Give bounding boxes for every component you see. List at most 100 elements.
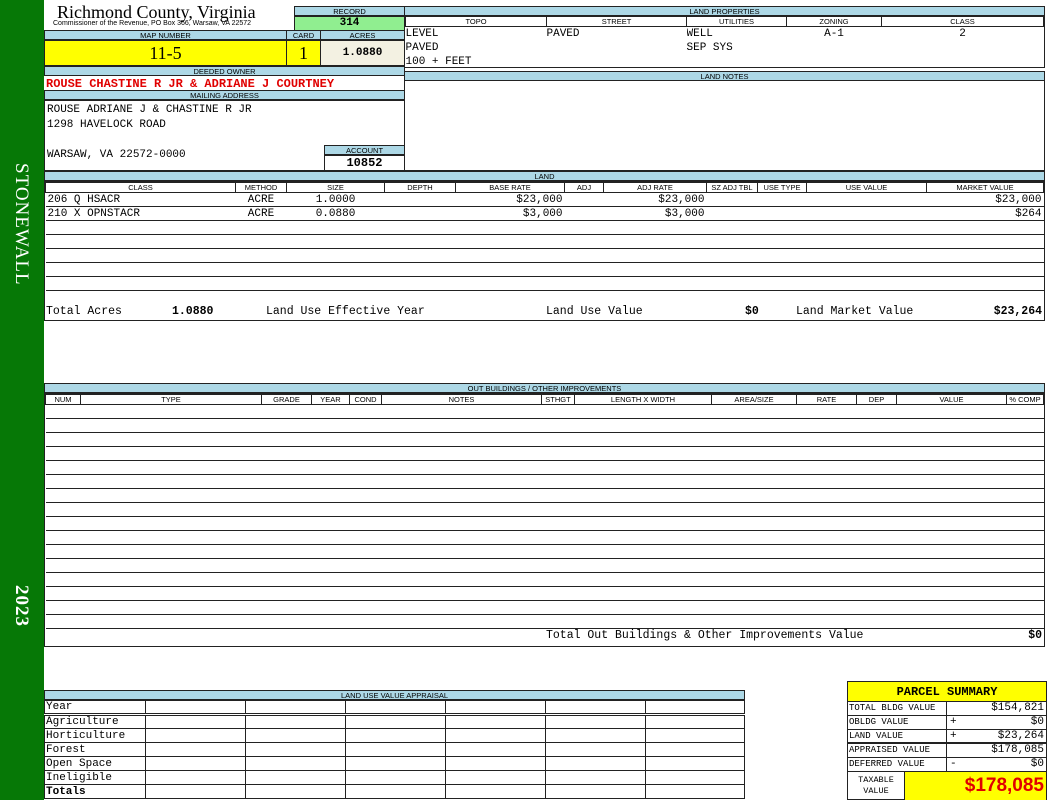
land-notes-area[interactable] — [404, 80, 1045, 171]
land-col-header: BASE RATE — [455, 182, 565, 193]
land-cell — [286, 234, 385, 249]
land-cell — [806, 206, 927, 221]
outbuilding-cell — [574, 530, 712, 545]
outbuilding-cell — [45, 474, 81, 489]
outbuilding-cell — [711, 572, 797, 587]
col-street: STREET — [546, 16, 687, 27]
deeded-owner-label: DEEDED OWNER — [44, 66, 405, 76]
land-cell — [455, 248, 565, 263]
outbuilding-cell — [574, 572, 712, 587]
land-use-cell — [445, 714, 546, 729]
outbuilding-cell — [261, 418, 312, 433]
outbuilding-cell — [796, 516, 857, 531]
land-use-table: Year Agriculture Horticulture Forest Open Sp… — [44, 700, 745, 799]
outbuilding-cell — [896, 460, 1007, 475]
outbuilding-cell — [856, 558, 897, 573]
land-cell — [564, 262, 604, 277]
land-cell — [235, 276, 287, 291]
outbuilding-cell — [311, 404, 350, 419]
outbuilding-cell — [711, 586, 797, 601]
outbuilding-cell — [261, 530, 312, 545]
land-cell — [706, 276, 758, 291]
land-use-cell — [545, 728, 646, 743]
outbuilding-cell — [261, 544, 312, 559]
land-cell — [806, 192, 927, 207]
outbuildings-total: $0 — [1028, 629, 1042, 642]
acres-value: 1.0880 — [320, 40, 405, 66]
outbuilding-cell — [1006, 446, 1044, 461]
outbuilding-cell — [349, 432, 382, 447]
land-use-row-label: Year — [44, 700, 146, 716]
outbuilding-cell — [541, 544, 575, 559]
outbuilding-cell — [541, 572, 575, 587]
outbuilding-col-header: RATE — [796, 394, 857, 405]
outbuilding-cell — [796, 600, 857, 615]
outbuilding-cell — [80, 460, 262, 475]
outbuildings-table: NUM TYPE GRADE YEAR COND NOTES STHGT LENGTH X W… — [44, 393, 1045, 647]
land-cell — [806, 248, 927, 263]
outbuilding-cell — [796, 474, 857, 489]
outbuilding-cell — [574, 586, 712, 601]
land-cell: 0.0880 — [286, 206, 385, 221]
summary-sign: - — [950, 758, 957, 770]
land-use-cell — [445, 770, 546, 785]
map-number: 11-5 — [44, 40, 287, 66]
land-cell — [45, 262, 236, 277]
summary-label: LAND VALUE — [849, 730, 947, 743]
land-use-cell — [245, 742, 346, 757]
outbuilding-cell — [311, 460, 350, 475]
land-use-row: Totals — [44, 784, 745, 799]
outbuilding-cell — [381, 558, 542, 573]
outbuilding-cell — [541, 586, 575, 601]
taxable-value: $178,085 — [904, 772, 1046, 800]
land-use-cell — [245, 700, 346, 716]
outbuilding-cell — [574, 418, 712, 433]
land-cell — [706, 248, 758, 263]
outbuilding-cell — [381, 418, 542, 433]
outbuilding-cell — [711, 502, 797, 517]
tax-year: 2023 — [11, 585, 32, 627]
card-label: CARD — [286, 30, 321, 40]
outbuilding-cell — [311, 544, 350, 559]
outbuilding-cell — [80, 558, 262, 573]
outbuilding-cell — [896, 418, 1007, 433]
land-cell — [806, 262, 927, 277]
outbuilding-cell — [1006, 432, 1044, 447]
record-value: 314 — [294, 16, 405, 31]
outbuilding-cell — [80, 446, 262, 461]
outbuilding-cell — [896, 502, 1007, 517]
land-col-header: SIZE — [286, 182, 385, 193]
outbuilding-cell — [1006, 404, 1044, 419]
outbuilding-cell — [711, 474, 797, 489]
outbuilding-cell — [349, 474, 382, 489]
outbuilding-cell — [856, 446, 897, 461]
summary-sign: + — [950, 730, 957, 742]
outbuilding-cell — [574, 558, 712, 573]
land-cell: $23,000 — [603, 192, 707, 207]
outbuilding-cell — [311, 586, 350, 601]
outbuilding-row — [45, 586, 1044, 601]
outbuilding-cell — [896, 446, 1007, 461]
land-col-header: MARKET VALUE — [926, 182, 1044, 193]
outbuilding-cell — [541, 502, 575, 517]
land-cell — [235, 234, 287, 249]
land-use-cell — [245, 714, 346, 729]
outbuilding-cell — [80, 474, 262, 489]
outbuilding-cell — [1006, 460, 1044, 475]
outbuilding-cell — [45, 502, 81, 517]
outbuilding-cell — [80, 488, 262, 503]
outbuilding-cell — [896, 530, 1007, 545]
land-cell — [706, 262, 758, 277]
outbuilding-cell — [574, 488, 712, 503]
outbuilding-col-header: AREA/SIZE — [711, 394, 797, 405]
outbuilding-cell — [45, 558, 81, 573]
outbuilding-col-header: NUM — [45, 394, 81, 405]
outbuilding-col-header: STHGT — [541, 394, 575, 405]
outbuilding-cell — [349, 544, 382, 559]
land-row — [45, 276, 1044, 291]
outbuilding-cell — [349, 516, 382, 531]
land-use-cell — [445, 700, 546, 716]
outbuilding-row — [45, 572, 1044, 587]
outbuilding-cell — [45, 432, 81, 447]
outbuilding-cell — [856, 404, 897, 419]
